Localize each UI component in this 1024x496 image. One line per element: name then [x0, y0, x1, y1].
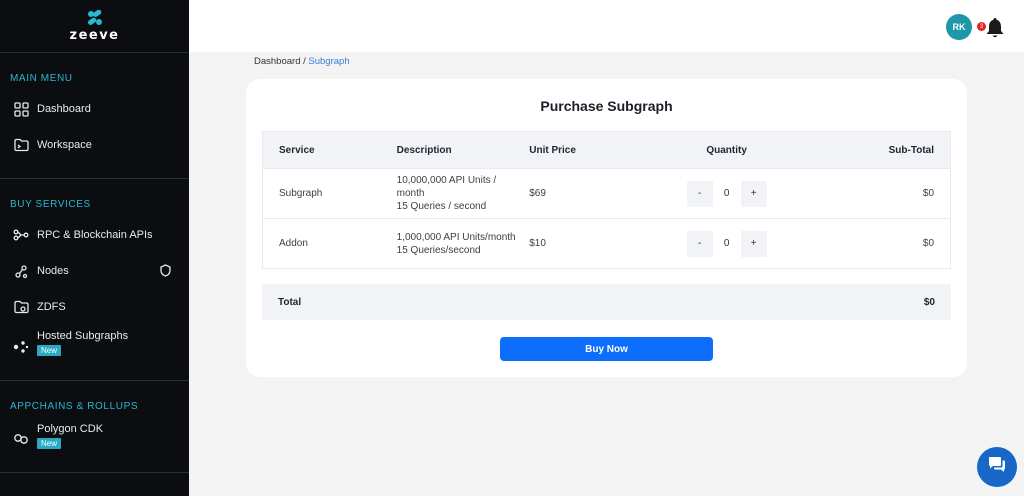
chain-link-icon	[12, 430, 30, 448]
folder-icon	[12, 136, 30, 154]
subgraph-icon	[12, 338, 30, 356]
quantity-cell: - 0 +	[649, 230, 805, 257]
sidebar-item-workspace[interactable]: Workspace	[0, 136, 189, 154]
sidebar-divider	[0, 472, 189, 473]
quantity-input[interactable]: 0	[712, 180, 741, 207]
table-header: Service Description Unit Price Quantity …	[263, 132, 950, 168]
description-cell: 10,000,000 API Units / month 15 Queries …	[397, 174, 530, 213]
sidebar-divider	[0, 178, 189, 179]
top-bar: RK 3	[189, 0, 1024, 52]
bell-icon[interactable]	[985, 17, 1005, 44]
api-icon	[12, 226, 30, 244]
nodes-icon	[12, 262, 30, 280]
description-line: 1,000,000 API Units/month	[396, 231, 516, 243]
table-row: Subgraph 10,000,000 API Units / month 15…	[263, 168, 950, 218]
sidebar-item-polygon-cdk[interactable]: Polygon CDK New	[0, 423, 189, 455]
shield-icon	[160, 264, 171, 280]
column-header-service: Service	[279, 144, 315, 156]
service-cell: Addon	[279, 238, 308, 249]
total-bar: Total $0	[262, 284, 951, 320]
zeeve-logo-icon	[87, 9, 102, 25]
column-header-unit-price: Unit Price	[529, 144, 576, 156]
sidebar-item-dashboard[interactable]: Dashboard	[0, 100, 189, 118]
sidebar: zeeve MAIN MENU Dashboard Workspace BUY …	[0, 0, 189, 496]
column-header-subtotal: Sub-Total	[888, 144, 935, 156]
description-line: 10,000,000 API Units /	[396, 175, 497, 186]
sidebar-item-label: Workspace	[37, 139, 92, 151]
decrement-button[interactable]: -	[687, 231, 713, 257]
unit-price-cell: $10	[529, 238, 546, 249]
new-badge: New	[37, 438, 62, 449]
sidebar-item-nodes[interactable]: Nodes	[0, 262, 189, 280]
service-cell: Subgraph	[279, 188, 323, 199]
subtotal-cell: $0	[922, 188, 935, 199]
sidebar-item-rpc[interactable]: RPC & Blockchain APIs	[0, 226, 189, 244]
avatar[interactable]: RK	[946, 14, 972, 40]
quantity-stepper: - 0 +	[686, 230, 767, 257]
increment-button[interactable]: +	[741, 231, 767, 257]
sidebar-item-label: Polygon CDK	[37, 423, 104, 435]
breadcrumb: Dashboard / Subgraph	[254, 56, 350, 67]
sidebar-item-zdfs[interactable]: ZDFS	[0, 298, 189, 316]
chat-button[interactable]	[977, 447, 1017, 487]
breadcrumb-current[interactable]: Subgraph	[308, 56, 349, 67]
increment-button[interactable]: +	[741, 181, 767, 207]
column-header-description: Description	[396, 144, 452, 156]
chat-icon	[987, 456, 1007, 479]
description-cell: 1,000,000 API Units/month 15 Queries/sec…	[397, 231, 530, 257]
purchase-card: Purchase Subgraph Service Description Un…	[246, 79, 967, 377]
sidebar-item-label: Nodes	[37, 265, 69, 277]
buy-services-title: BUY SERVICES	[10, 199, 91, 210]
sidebar-item-hosted-subgraphs[interactable]: Hosted Subgraphs New	[0, 330, 189, 362]
table-row: Addon 1,000,000 API Units/month 15 Queri…	[263, 218, 950, 268]
decrement-button[interactable]: -	[687, 181, 713, 207]
brand-name: zeeve	[69, 27, 120, 43]
new-badge: New	[37, 345, 62, 356]
grid-icon	[12, 100, 30, 118]
breadcrumb-dashboard[interactable]: Dashboard	[254, 56, 300, 67]
purchase-table: Service Description Unit Price Quantity …	[262, 131, 951, 269]
appchains-title: APPCHAINS & ROLLUPS	[10, 401, 139, 412]
subtotal-cell: $0	[922, 238, 935, 249]
sidebar-item-label: Hosted Subgraphs	[37, 330, 129, 342]
quantity-cell: - 0 +	[649, 180, 805, 207]
sidebar-item-label: ZDFS	[37, 301, 66, 313]
description-line: month	[396, 188, 425, 199]
quantity-input[interactable]: 0	[712, 230, 741, 257]
unit-price-cell: $69	[529, 188, 546, 199]
total-value: $0	[923, 296, 935, 308]
storage-icon	[12, 298, 30, 316]
buy-now-button[interactable]: Buy Now	[500, 337, 713, 361]
description-line: 15 Queries / second	[396, 201, 487, 212]
zeeve-logo[interactable]: zeeve	[0, 0, 189, 53]
column-header-quantity: Quantity	[706, 144, 747, 156]
total-label: Total	[278, 296, 302, 308]
main-menu-title: MAIN MENU	[10, 73, 73, 84]
sidebar-divider	[0, 380, 189, 381]
quantity-stepper: - 0 +	[686, 180, 767, 207]
page-title: Purchase Subgraph	[540, 98, 673, 114]
description-line: 15 Queries/second	[396, 244, 481, 256]
sidebar-item-label: Dashboard	[37, 103, 91, 115]
sidebar-item-label: RPC & Blockchain APIs	[37, 229, 153, 241]
